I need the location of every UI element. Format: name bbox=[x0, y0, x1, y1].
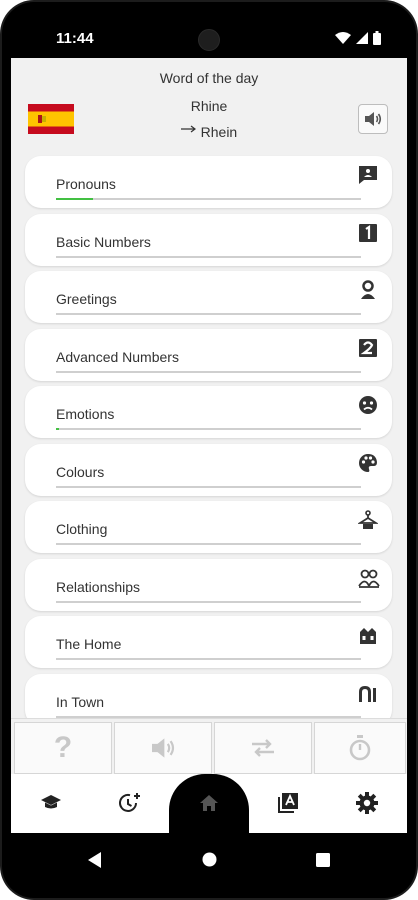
word-of-the-day-title: Word of the day bbox=[159, 70, 259, 86]
topic-card[interactable]: In Town bbox=[25, 673, 392, 718]
clock-plus-icon bbox=[119, 793, 140, 812]
topic-label: Basic Numbers bbox=[56, 233, 151, 250]
graduation-cap-icon bbox=[41, 795, 61, 809]
arrow-right-icon bbox=[180, 125, 196, 133]
word-of-the-day-translation: Rhein bbox=[200, 124, 238, 140]
system-navigation-bar bbox=[11, 833, 407, 886]
stopwatch-icon bbox=[349, 735, 371, 761]
buildings-icon bbox=[358, 683, 378, 703]
hanger-icon bbox=[356, 510, 380, 530]
topic-progress-track bbox=[56, 658, 361, 660]
home-circle-icon[interactable] bbox=[202, 852, 217, 867]
topic-label: Clothing bbox=[56, 521, 108, 537]
topic-progress-track bbox=[56, 370, 361, 373]
app-content: Word of the day Rhine Rhein Pronouns Basi… bbox=[11, 58, 407, 833]
topic-card[interactable]: Colours bbox=[25, 443, 392, 496]
recents-icon[interactable] bbox=[316, 853, 330, 867]
help-button[interactable]: ? bbox=[14, 722, 112, 774]
topic-progress-track bbox=[56, 198, 361, 200]
topic-progress-track bbox=[56, 428, 361, 430]
status-time: 11:44 bbox=[56, 30, 94, 47]
timer-button[interactable] bbox=[314, 722, 406, 774]
speaker-icon bbox=[365, 112, 382, 126]
chat-bubble-icon bbox=[358, 165, 378, 185]
signal-icon bbox=[356, 32, 368, 44]
topic-card[interactable]: Pronouns bbox=[25, 156, 392, 208]
topic-card[interactable]: Basic Numbers bbox=[25, 213, 392, 266]
nav-settings[interactable] bbox=[354, 790, 380, 816]
action-bar: ? bbox=[11, 718, 407, 775]
status-bar: 11:44 bbox=[11, 14, 407, 58]
topic-card[interactable]: Emotions bbox=[25, 386, 392, 438]
sad-face-icon bbox=[358, 395, 378, 415]
topic-label: In Town bbox=[56, 693, 104, 710]
waving-person-icon bbox=[358, 280, 378, 300]
house-icon bbox=[358, 625, 378, 645]
phone-frame: 11:44 Word of the day Rhine Rhein Pronou… bbox=[0, 0, 418, 900]
topic-label: Emotions bbox=[56, 406, 115, 422]
screen: 11:44 Word of the day Rhine Rhein Pronou… bbox=[11, 14, 407, 886]
bottom-navigation bbox=[11, 774, 407, 833]
speaker-icon bbox=[152, 738, 175, 758]
topic-label: Relationships bbox=[56, 578, 141, 595]
topic-label: Greetings bbox=[56, 291, 117, 307]
wifi-icon bbox=[335, 31, 351, 44]
topic-card[interactable]: Greetings bbox=[25, 271, 392, 323]
swap-arrows-icon bbox=[252, 739, 274, 757]
word-of-the-day-word: Rhine bbox=[190, 98, 228, 114]
swap-direction-button[interactable] bbox=[214, 722, 312, 774]
topic-card[interactable]: Advanced Numbers bbox=[25, 328, 392, 381]
topic-progress-track bbox=[56, 255, 361, 258]
nav-learn[interactable] bbox=[38, 790, 64, 816]
topic-progress-fill bbox=[56, 428, 60, 430]
gear-icon bbox=[356, 792, 378, 814]
audio-mode-button[interactable] bbox=[114, 722, 212, 774]
dictionary-icon bbox=[278, 793, 298, 813]
battery-icon bbox=[373, 31, 381, 45]
front-camera bbox=[198, 29, 220, 51]
word-of-the-day-translation-row: Rhein bbox=[11, 124, 407, 140]
nav-review[interactable] bbox=[117, 790, 143, 816]
topic-card[interactable]: The Home bbox=[25, 616, 392, 668]
back-icon[interactable] bbox=[88, 852, 102, 868]
palette-icon bbox=[358, 453, 378, 473]
topic-label: Pronouns bbox=[56, 176, 116, 192]
topic-progress-track bbox=[56, 600, 361, 603]
number-one-icon bbox=[358, 223, 378, 243]
topic-progress-fill bbox=[56, 198, 93, 200]
people-icon bbox=[358, 568, 380, 588]
topic-list[interactable]: Pronouns Basic Numbers Greetings Advanced N… bbox=[11, 154, 407, 718]
nav-dictionary[interactable] bbox=[275, 790, 301, 816]
question-mark-icon: ? bbox=[53, 731, 73, 764]
topic-progress-track bbox=[56, 485, 361, 488]
topic-label: The Home bbox=[56, 636, 122, 652]
topic-progress-track bbox=[56, 543, 361, 545]
nav-home[interactable] bbox=[196, 790, 222, 816]
pronounce-button[interactable] bbox=[358, 104, 388, 134]
number-two-icon bbox=[358, 338, 378, 358]
topic-label: Advanced Numbers bbox=[56, 348, 179, 365]
topic-card[interactable]: Clothing bbox=[25, 501, 392, 553]
topic-card[interactable]: Relationships bbox=[25, 558, 392, 611]
topic-label: Colours bbox=[56, 463, 105, 480]
home-icon bbox=[200, 795, 218, 811]
topic-progress-track bbox=[56, 313, 361, 315]
status-icons bbox=[335, 31, 381, 45]
word-of-the-day-header: Word of the day Rhine Rhein bbox=[11, 58, 407, 156]
